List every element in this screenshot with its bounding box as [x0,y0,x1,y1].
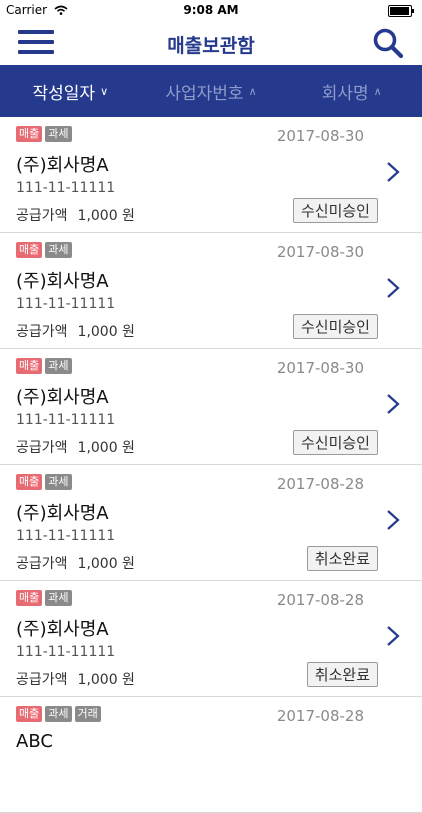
supply-amount-label: 공급가액 [16,440,68,456]
sort-label: 작성일자 [32,83,96,104]
chevron-right-icon[interactable] [386,509,400,531]
company-name: (주)회사명A [16,387,109,408]
status-badge[interactable]: 취소완료 [306,546,378,571]
sort-biz-no-button[interactable]: 사업자번호 ∧ [141,79,282,104]
navigation-bar: 매출보관함 [0,20,422,65]
status-badge[interactable]: 수신미승인 [292,430,378,455]
supply-amount: 공급가액 1,000 원 [16,321,135,341]
status-bar: Carrier 9:08 AM [0,0,422,20]
chevron-up-icon: ∧ [248,84,257,98]
supply-amount-value: 1,000 원 [77,440,135,456]
badge-group: 매출 과세 [16,474,72,490]
sort-label: 회사명 [321,83,369,104]
type-badge: 매출 [16,358,43,374]
chevron-right-icon[interactable] [386,625,400,647]
battery-icon [388,5,414,17]
supply-amount-value: 1,000 원 [77,556,135,572]
page-title: 매출보관함 [167,35,255,57]
badge-group: 매출 과세 [16,358,72,374]
status-badge[interactable]: 수신미승인 [292,198,378,223]
supply-amount: 공급가액 1,000 원 [16,669,135,689]
badge-group: 매출 과세 [16,126,72,142]
type-badge: 과세 [45,358,72,374]
type-badge: 과세 [45,706,72,722]
hamburger-menu-icon[interactable] [18,29,54,55]
type-badge: 과세 [45,126,72,142]
chevron-up-icon: ∧ [373,84,382,98]
supply-amount-value: 1,000 원 [77,672,135,688]
company-name: (주)회사명A [16,503,109,524]
type-badge: 매출 [16,706,43,722]
supply-amount: 공급가액 1,000 원 [16,437,135,457]
supply-amount-label: 공급가액 [16,672,68,688]
type-badge: 매출 [16,242,43,258]
chevron-down-icon: ∨ [100,84,109,98]
sort-company-button[interactable]: 회사명 ∧ [281,79,422,104]
list-item[interactable]: 매출 과세 2017-08-30 (주)회사명A 111-11-11111 공급가액 1,0… [0,349,422,465]
invoice-list: 매출 과세 2017-08-30 (주)회사명A 111-11-11111 공급가액 1,0… [0,117,422,813]
type-badge: 거래 [74,706,101,722]
type-badge: 매출 [16,126,43,142]
list-item[interactable]: 매출 과세 2017-08-30 (주)회사명A 111-11-11111 공급가액 1,0… [0,117,422,233]
business-number: 111-11-11111 [16,180,116,196]
supply-amount-label: 공급가액 [16,208,68,224]
badge-group: 매출 과세 [16,590,72,606]
business-number: 111-11-11111 [16,296,116,312]
status-badge[interactable]: 수신미승인 [292,314,378,339]
issue-date: 2017-08-28 [276,591,364,609]
supply-amount-label: 공급가액 [16,556,68,572]
badge-group: 매출 과세 거래 [16,706,101,722]
issue-date: 2017-08-30 [276,359,364,377]
business-number: 111-11-11111 [16,412,116,428]
sort-bar: 작성일자 ∨ 사업자번호 ∧ 회사명 ∧ [0,65,422,117]
type-badge: 매출 [16,474,43,490]
list-item[interactable]: 매출 과세 거래 2017-08-28 ABC [0,697,422,813]
type-badge: 과세 [45,242,72,258]
issue-date: 2017-08-28 [276,475,364,493]
status-badge[interactable]: 취소완료 [306,662,378,687]
list-item[interactable]: 매출 과세 2017-08-30 (주)회사명A 111-11-11111 공급가액 1,0… [0,233,422,349]
company-name: (주)회사명A [16,619,109,640]
list-item[interactable]: 매출 과세 2017-08-28 (주)회사명A 111-11-11111 공급가액 1,0… [0,465,422,581]
chevron-right-icon[interactable] [386,393,400,415]
list-item[interactable]: 매출 과세 2017-08-28 (주)회사명A 111-11-11111 공급가액 1,0… [0,581,422,697]
chevron-right-icon[interactable] [386,161,400,183]
company-name: (주)회사명A [16,271,109,292]
type-badge: 과세 [45,590,72,606]
issue-date: 2017-08-28 [276,707,364,725]
company-name: (주)회사명A [16,155,109,176]
issue-date: 2017-08-30 [276,127,364,145]
supply-amount-value: 1,000 원 [77,208,135,224]
chevron-right-icon[interactable] [386,277,400,299]
type-badge: 매출 [16,590,43,606]
sort-label: 사업자번호 [165,83,244,104]
badge-group: 매출 과세 [16,242,72,258]
supply-amount: 공급가액 1,000 원 [16,553,135,573]
issue-date: 2017-08-30 [276,243,364,261]
status-time: 9:08 AM [183,3,239,17]
sort-date-button[interactable]: 작성일자 ∨ [0,79,141,104]
business-number: 111-11-11111 [16,644,116,660]
supply-amount: 공급가액 1,000 원 [16,205,135,225]
type-badge: 과세 [45,474,72,490]
business-number: 111-11-11111 [16,528,116,544]
search-icon[interactable] [372,27,404,59]
company-name: ABC [16,731,53,752]
supply-amount-label: 공급가액 [16,324,68,340]
supply-amount-value: 1,000 원 [77,324,135,340]
